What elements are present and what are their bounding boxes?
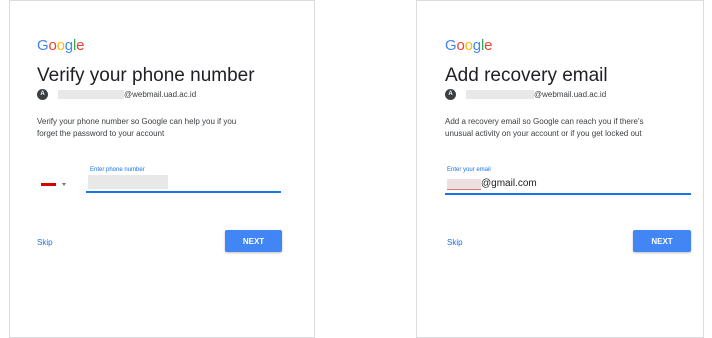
description-text: Verify your phone number so Google can h… (37, 117, 237, 138)
next-button[interactable]: NEXT (633, 230, 691, 252)
phone-number-input[interactable] (88, 175, 168, 189)
redacted-username (58, 89, 124, 99)
avatar: A (445, 88, 456, 100)
avatar: A (37, 88, 48, 100)
chevron-down-icon[interactable] (62, 183, 66, 186)
redacted-username (466, 89, 534, 99)
page-title: Add recovery email (445, 65, 608, 86)
email-input-underline (445, 193, 691, 195)
email-field-label: Enter your email (447, 167, 491, 173)
redacted-email-local (447, 179, 481, 190)
recovery-email-panel: Google Add recovery email A @webmail.uad… (416, 0, 704, 338)
account-email: @webmail.uad.ac.id (124, 89, 197, 99)
phone-input-underline (86, 191, 281, 193)
verify-phone-panel: Google Verify your phone number A @webma… (9, 0, 315, 338)
page-title: Verify your phone number (37, 65, 255, 86)
phone-field-label: Enter phone number (90, 167, 145, 173)
skip-link[interactable]: Skip (447, 238, 463, 247)
next-button[interactable]: NEXT (225, 230, 282, 252)
account-email: @webmail.uad.ac.id (534, 89, 607, 99)
account-chip[interactable]: A @webmail.uad.ac.id (37, 88, 196, 100)
skip-link[interactable]: Skip (37, 238, 53, 247)
flag-icon[interactable] (41, 183, 56, 186)
description-text: Add a recovery email so Google can reach… (445, 117, 644, 138)
google-logo: Google (37, 37, 85, 54)
google-logo: Google (445, 37, 493, 54)
email-input[interactable]: @gmail.com (481, 178, 537, 189)
account-chip[interactable]: A @webmail.uad.ac.id (445, 88, 606, 100)
